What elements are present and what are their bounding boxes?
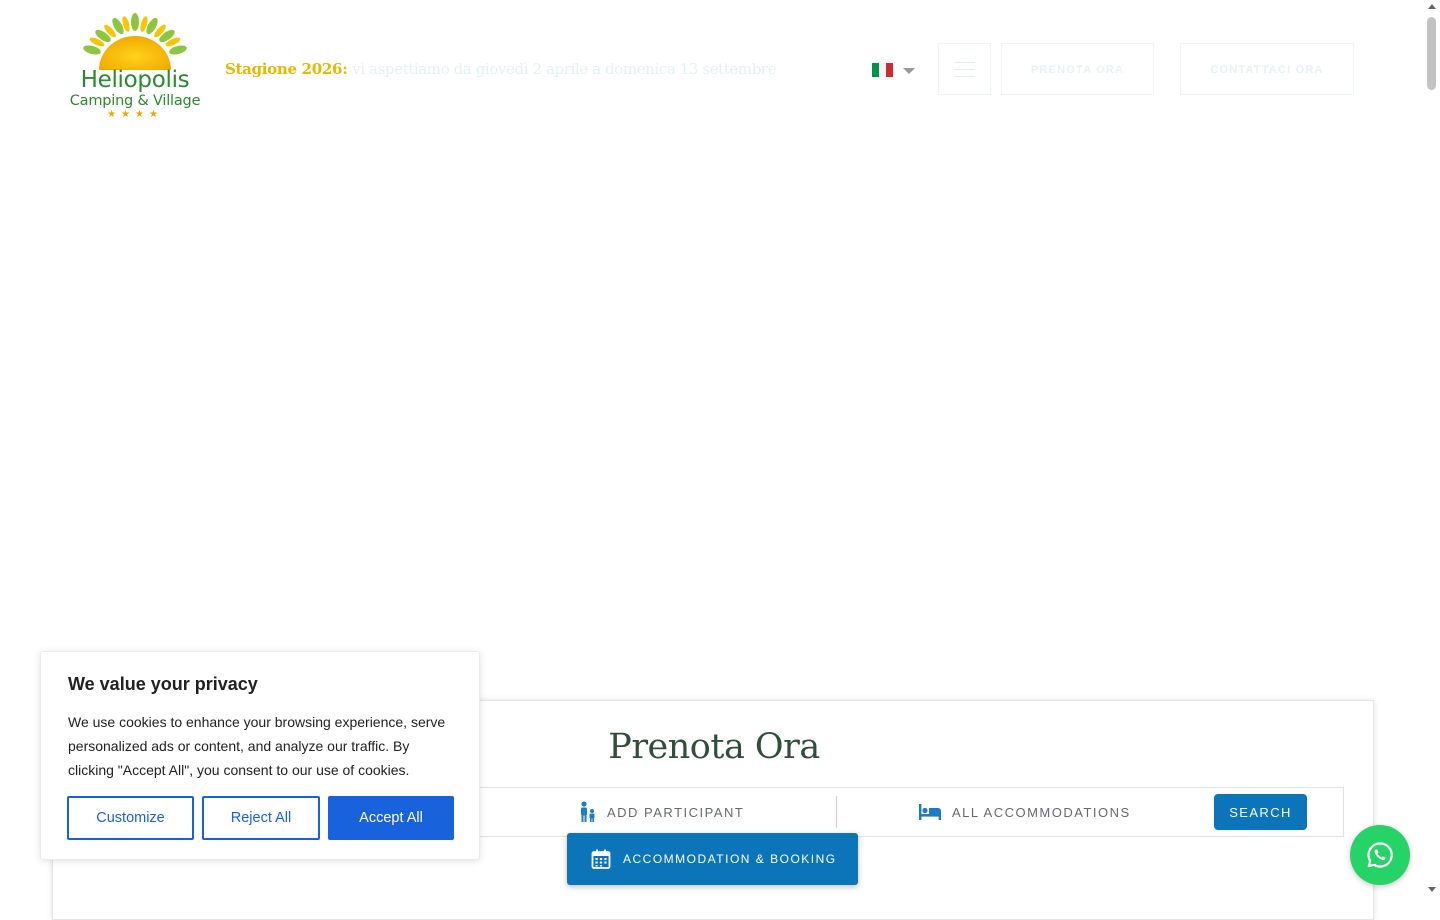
season-label: Stagione 2026:: [225, 60, 348, 78]
logo-title: Heliopolis: [80, 67, 190, 93]
field-divider: [836, 796, 837, 828]
add-participant-label: ADD PARTICIPANT: [607, 804, 745, 820]
chevron-down-icon: [903, 68, 915, 74]
cookie-text: We use cookies to enhance your browsing …: [68, 714, 446, 778]
hamburger-line: [955, 69, 975, 70]
family-icon: [581, 801, 595, 822]
whatsapp-button[interactable]: [1350, 825, 1410, 885]
accept-all-button[interactable]: Accept All: [328, 796, 454, 840]
whatsapp-icon: [1367, 842, 1393, 868]
cookie-title: We value your privacy: [68, 674, 258, 694]
hamburger-menu-icon: [955, 62, 975, 63]
search-button[interactable]: SEARCH: [1214, 794, 1307, 830]
bed-icon: [919, 804, 941, 820]
customize-button[interactable]: Customize: [67, 796, 194, 840]
logo-stars: ★★★★: [107, 109, 163, 120]
scroll-up-icon[interactable]: [1428, 4, 1436, 9]
reject-all-button[interactable]: Reject All: [202, 796, 320, 840]
add-participant-field[interactable]: ADD PARTICIPANT: [579, 788, 744, 836]
italy-flag-icon: [872, 63, 893, 77]
accommodation-booking-tab[interactable]: ACCOMMODATION & BOOKING: [567, 833, 858, 885]
cookie-consent-banner: We value your privacy We use cookies to …: [40, 651, 480, 860]
contact-us-button[interactable]: CONTATTACI ORA: [1180, 43, 1354, 95]
hamburger-line: [955, 76, 975, 77]
booking-search-bar: ADD PARTICIPANT ALL ACCOMMODATIONS SEARC…: [423, 787, 1344, 837]
season-dates: vi aspettiamo da giovedì 2 aprile a dome…: [352, 60, 777, 78]
site-logo[interactable]: Heliopolis Camping & Village ★★★★: [66, 12, 204, 124]
logo-subtitle: Camping & Village: [69, 93, 201, 109]
season-notice: Stagione 2026: vi aspettiamo da giovedì …: [225, 59, 777, 79]
sun-icon: [83, 13, 187, 70]
calendar-icon: [591, 849, 611, 869]
accommodation-select[interactable]: ALL ACCOMMODATIONS: [918, 788, 1131, 836]
language-selector[interactable]: [872, 62, 916, 78]
book-now-button[interactable]: PRENOTA ORA: [1001, 43, 1154, 95]
menu-button[interactable]: [938, 43, 991, 95]
booking-tab-label: ACCOMMODATION & BOOKING: [623, 852, 837, 866]
page-scrollbar[interactable]: [1425, 0, 1440, 900]
scroll-thumb[interactable]: [1427, 17, 1436, 90]
scroll-down-icon[interactable]: [1428, 887, 1436, 892]
accommodation-label: ALL ACCOMMODATIONS: [952, 804, 1131, 820]
